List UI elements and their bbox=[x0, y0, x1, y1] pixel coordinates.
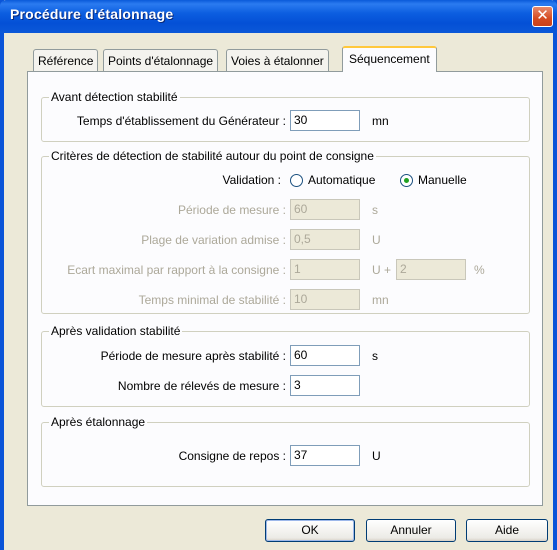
tab-voies-a-etalonner[interactable]: Voies à étalonner bbox=[226, 49, 329, 71]
group-apres-validation-title: Après validation stabilité bbox=[49, 324, 183, 338]
close-icon[interactable]: ✕ bbox=[532, 6, 553, 27]
periode-apres-stabilite-label: Période de mesure après stabilité : bbox=[100, 349, 286, 363]
periode-apres-stabilite-unit: s bbox=[372, 349, 378, 363]
aide-button[interactable]: Aide bbox=[466, 519, 548, 542]
ecart-maximal-input[interactable]: 1 bbox=[290, 259, 360, 280]
validation-label: Validation : bbox=[222, 173, 281, 187]
consigne-repos-label: Consigne de repos : bbox=[178, 449, 286, 463]
ok-button[interactable]: OK bbox=[265, 519, 355, 542]
nombre-releves-label: Nombre de rélevés de mesure : bbox=[117, 379, 286, 393]
ecart-maximal-label: Ecart maximal par rapport à la consigne … bbox=[67, 263, 286, 277]
group-avant-detection: Avant détection stabilité Temps d'établi… bbox=[41, 90, 530, 142]
dialog-window: Procédure d'étalonnage ✕ Référence Point… bbox=[0, 0, 557, 550]
group-criteres-detection: Critères de détection de stabilité autou… bbox=[41, 149, 530, 314]
temps-minimal-label: Temps minimal de stabilité : bbox=[138, 293, 286, 307]
temps-minimal-input[interactable]: 10 bbox=[290, 289, 360, 310]
ecart-percent-unit: % bbox=[474, 263, 485, 277]
temps-minimal-unit: mn bbox=[372, 293, 389, 307]
title-bar[interactable]: Procédure d'étalonnage ✕ bbox=[0, 0, 557, 33]
annuler-button[interactable]: Annuler bbox=[366, 519, 456, 542]
radio-manuelle[interactable] bbox=[400, 174, 413, 187]
plage-variation-unit: U bbox=[372, 233, 381, 247]
group-apres-etalonnage-title: Après étalonnage bbox=[49, 415, 148, 429]
tab-sequencement[interactable]: Séquencement bbox=[342, 46, 437, 72]
periode-mesure-unit: s bbox=[372, 203, 378, 217]
temps-etablissement-label: Temps d'établissement du Générateur : bbox=[76, 114, 286, 128]
window-title: Procédure d'étalonnage bbox=[10, 6, 174, 22]
plage-variation-input[interactable]: 0,5 bbox=[290, 229, 360, 250]
tab-points-etalonnage[interactable]: Points d'étalonnage bbox=[103, 49, 219, 71]
ecart-mid-label: U + bbox=[372, 263, 392, 277]
periode-apres-stabilite-input[interactable]: 60 bbox=[290, 345, 360, 366]
periode-mesure-label: Période de mesure : bbox=[177, 203, 286, 217]
radio-manuelle-label[interactable]: Manuelle bbox=[418, 173, 467, 187]
tab-panel-sequencement: Avant détection stabilité Temps d'établi… bbox=[27, 71, 543, 506]
radio-automatique[interactable] bbox=[290, 174, 303, 187]
consigne-repos-unit: U bbox=[372, 449, 381, 463]
temps-etablissement-unit: mn bbox=[372, 114, 389, 128]
temps-etablissement-input[interactable]: 30 bbox=[290, 110, 360, 131]
periode-mesure-input[interactable]: 60 bbox=[290, 199, 360, 220]
group-apres-etalonnage: Après étalonnage Consigne de repos : 37 … bbox=[41, 415, 530, 487]
ecart-percent-input[interactable]: 2 bbox=[396, 259, 466, 280]
group-criteres-title: Critères de détection de stabilité autou… bbox=[49, 149, 376, 163]
plage-variation-label: Plage de variation admise : bbox=[141, 233, 286, 247]
group-apres-validation: Après validation stabilité Période de me… bbox=[41, 324, 530, 407]
consigne-repos-input[interactable]: 37 bbox=[290, 445, 360, 466]
nombre-releves-input[interactable]: 3 bbox=[290, 375, 360, 396]
radio-automatique-label[interactable]: Automatique bbox=[308, 173, 375, 187]
group-avant-detection-title: Avant détection stabilité bbox=[49, 90, 180, 104]
tab-reference[interactable]: Référence bbox=[33, 49, 99, 71]
